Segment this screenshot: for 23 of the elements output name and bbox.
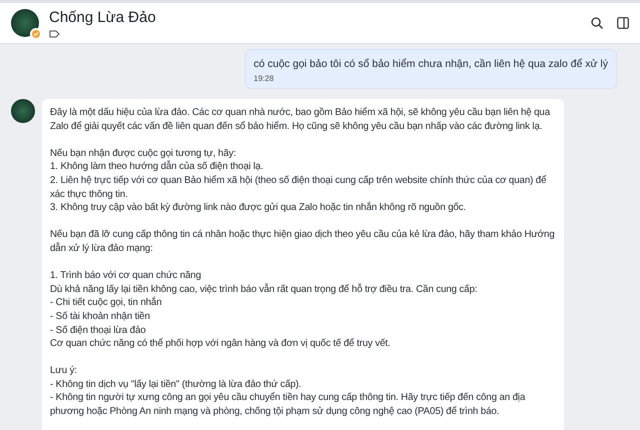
message-text: Đây là một dấu hiệu của lừa đảo. Các cơ quan nhà nước, bao gồm Bảo hiểm xã hội, sẽ không yêu cầu bạn liên hệ qua Zalo để giải quyết các vấn đề liên quan đến sổ bảo hiểm. Họ cũng sẽ không yêu cầu bạn nhấp vào các đường link lạ. bbox=[50, 106, 551, 134]
chat-title: Chống Lừa Đảo bbox=[49, 8, 156, 26]
message-text: - Số điện thoại lừa đảo bbox=[50, 324, 147, 338]
message-text: Nếu bạn đã lỡ cung cấp thông tin cá nhân hoặc thực hiện giao dịch theo yêu cầu của kẻ lừa đảo, hãy tham khảo Hướng dẫn xử lý lừa đảo mạng: bbox=[50, 228, 556, 256]
panel-toggle-icon[interactable] bbox=[617, 17, 629, 29]
tag-icon[interactable] bbox=[49, 30, 60, 38]
message-text: Dù khả năng lấy lại tiền không cao, việc trình báo vẫn rất quan trọng để hỗ trợ điều tra. Cần cung cấp: bbox=[50, 282, 478, 296]
message-text: Cơ quan chức năng có thể phối hợp với ngân hàng và đơn vị quốc tế để truy vết. bbox=[50, 337, 392, 351]
message-text: Lưu ý: bbox=[50, 364, 78, 378]
message-text: - Số tài khoản nhận tiền bbox=[50, 310, 151, 324]
message-text: 1. Trình báo với cơ quan chức năng bbox=[50, 269, 202, 283]
message-text: Nếu bạn nhận được cuộc gọi tương tự, hãy: bbox=[50, 146, 237, 160]
message-time: 19:28 bbox=[254, 73, 275, 85]
message-text: - Không tin người tự xưng công an gọi yêu cầu chuyển tiền hay cung cấp thông tin. Hãy trực tiếp đến công an địa phương hoặc Phòng An ninh mạng và phòng, chống tội phạm sử dụng công nghệ cao (PA05) để trình báo. bbox=[50, 391, 526, 419]
message-text: 2. Liên hệ trực tiếp với cơ quan Bảo hiểm xã hội (theo số điện thoại cung cấp trên website chính thức của cơ quan) để xác thực thông tin. bbox=[50, 174, 548, 202]
message-text: - Chi tiết cuộc gọi, tin nhắn bbox=[50, 296, 163, 310]
message-text: 3. Không truy cập vào bất kỳ đường link nào được gửi qua Zalo hoặc tin nhắn không rõ nguồn gốc. bbox=[50, 201, 467, 215]
avatar-icon bbox=[11, 9, 39, 37]
message-text: 1. Không làm theo hướng dẫn của số điện thoại lạ. bbox=[50, 160, 264, 174]
message-text: - Không tin dịch vụ "lấy lại tiền" (thường là lừa đảo thứ cấp). bbox=[50, 378, 302, 392]
message-text: có cuộc gọi bảo tôi có sổ bảo hiểm chưa nhận, cần liên hệ qua zalo để xử lý bbox=[254, 57, 608, 71]
search-icon[interactable] bbox=[591, 17, 603, 29]
avatar-icon bbox=[11, 99, 35, 123]
